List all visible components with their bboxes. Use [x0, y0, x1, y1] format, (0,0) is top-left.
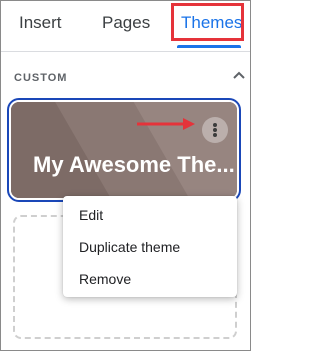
custom-theme-card[interactable]: My Awesome The... — [7, 98, 241, 202]
themes-panel: Insert Pages Themes CUSTOM My Awesome Th… — [0, 0, 251, 351]
menu-item-edit[interactable]: Edit — [79, 207, 103, 223]
more-options-button[interactable] — [202, 117, 228, 143]
tab-bar: Insert Pages Themes — [1, 1, 250, 52]
menu-item-remove[interactable]: Remove — [79, 271, 131, 287]
tab-pages[interactable]: Pages — [102, 13, 150, 33]
section-label-custom: CUSTOM — [14, 72, 68, 84]
theme-title: My Awesome The... — [33, 152, 235, 177]
theme-context-menu: Edit Duplicate theme Remove — [63, 196, 237, 297]
red-arrow-icon — [137, 118, 195, 130]
menu-item-duplicate-theme[interactable]: Duplicate theme — [79, 239, 180, 255]
active-tab-indicator — [177, 45, 241, 48]
chevron-up-icon[interactable] — [231, 67, 247, 83]
more-vert-icon-dot — [213, 128, 217, 132]
more-vert-icon — [213, 123, 217, 127]
more-vert-icon-dot — [213, 133, 217, 137]
themes-tab-highlight-box — [171, 3, 244, 41]
tab-insert[interactable]: Insert — [19, 13, 62, 33]
